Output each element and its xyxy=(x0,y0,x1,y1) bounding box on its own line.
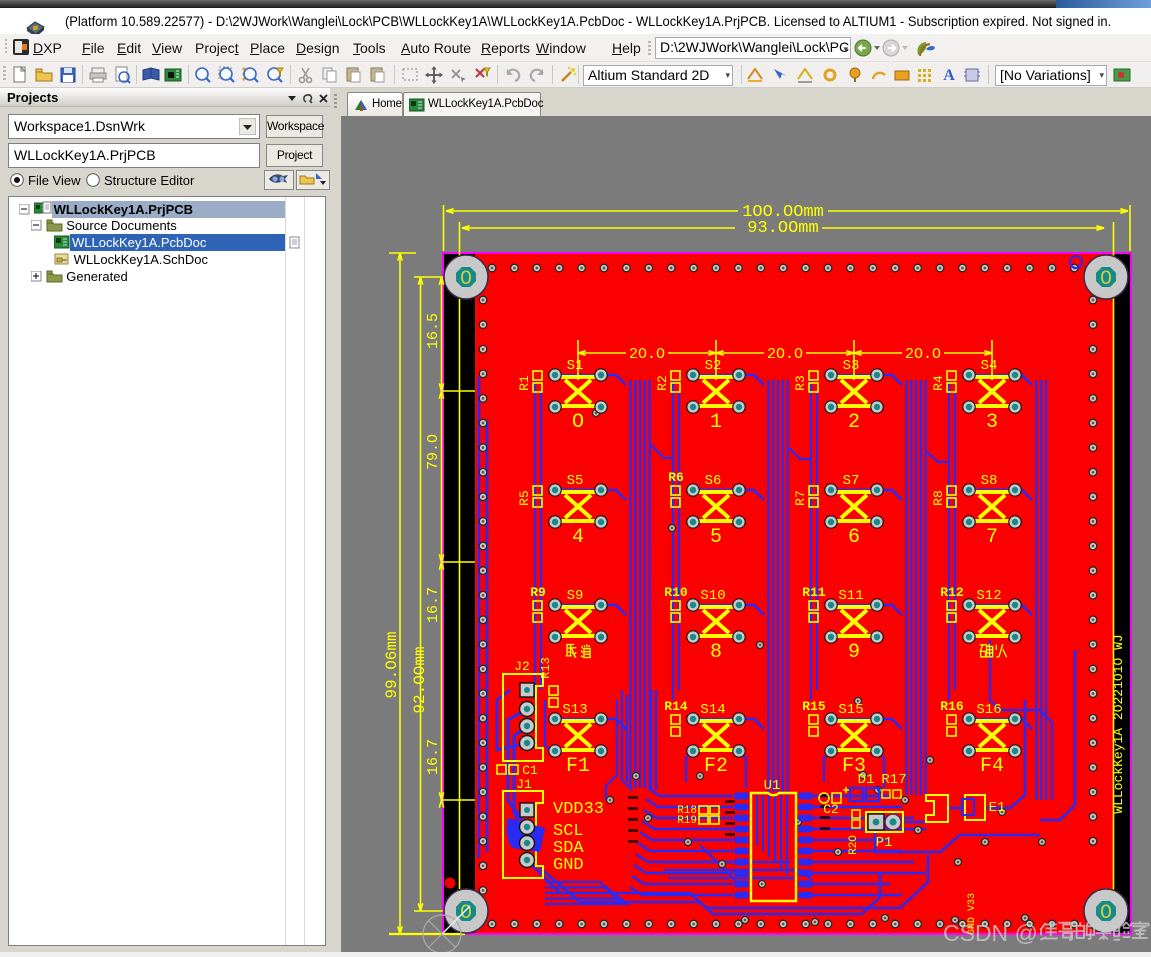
svg-text:O: O xyxy=(460,268,472,291)
svg-text:S15: S15 xyxy=(838,702,863,718)
svg-text:E1: E1 xyxy=(989,800,1006,816)
svg-text:93.OOmm: 93.OOmm xyxy=(747,219,818,238)
svg-text:S6: S6 xyxy=(705,473,722,489)
svg-text:S12: S12 xyxy=(976,588,1001,604)
svg-text:R13: R13 xyxy=(539,657,553,679)
svg-text:1: 1 xyxy=(710,411,722,434)
svg-text:2O.O: 2O.O xyxy=(629,346,665,363)
svg-text:79.O: 79.O xyxy=(425,434,442,470)
svg-text:D1: D1 xyxy=(858,772,875,788)
svg-text:A: A xyxy=(943,67,955,84)
svg-text:C1: C1 xyxy=(522,763,538,778)
svg-text:6: 6 xyxy=(848,526,860,549)
svg-text:4: 4 xyxy=(572,526,584,549)
svg-text:R2O: R2O xyxy=(848,835,860,855)
svg-text:9: 9 xyxy=(848,641,860,664)
svg-text:R19: R19 xyxy=(677,815,697,827)
svg-text:O: O xyxy=(1100,902,1112,925)
svg-text:3: 3 xyxy=(986,411,998,434)
svg-text:R9: R9 xyxy=(530,585,546,600)
svg-text:2O.O: 2O.O xyxy=(767,346,803,363)
svg-text:J2: J2 xyxy=(514,659,530,674)
svg-text:99.O6mm: 99.O6mm xyxy=(383,631,401,698)
svg-text:R3: R3 xyxy=(793,375,808,391)
svg-text:R14: R14 xyxy=(664,699,688,714)
svg-text:R7: R7 xyxy=(793,490,808,506)
svg-text:2O.O: 2O.O xyxy=(905,346,941,363)
svg-text:S10: S10 xyxy=(700,588,725,604)
svg-text:R6: R6 xyxy=(668,470,684,485)
svg-text:P1: P1 xyxy=(876,835,893,851)
svg-text:S11: S11 xyxy=(838,588,863,604)
svg-text:R10: R10 xyxy=(664,585,688,600)
svg-text:R17: R17 xyxy=(881,772,906,788)
svg-text:R8: R8 xyxy=(931,490,946,506)
svg-text:S7: S7 xyxy=(843,473,860,489)
svg-text:R15: R15 xyxy=(802,699,826,714)
svg-text:7: 7 xyxy=(986,526,998,549)
svg-text:R11: R11 xyxy=(802,585,826,600)
svg-text:O: O xyxy=(1100,268,1112,291)
svg-text:F4: F4 xyxy=(980,755,1004,778)
svg-text:U1: U1 xyxy=(764,778,781,794)
svg-text:R5: R5 xyxy=(517,490,532,506)
svg-text:WLLockKey1A 2O221O1O WJ: WLLockKey1A 2O221O1O WJ xyxy=(1111,634,1126,813)
svg-text:S8: S8 xyxy=(981,473,998,489)
svg-text:VDD33: VDD33 xyxy=(553,800,604,819)
svg-text:S5: S5 xyxy=(567,473,584,489)
svg-text:S16: S16 xyxy=(976,702,1001,718)
svg-text:R4: R4 xyxy=(931,375,946,391)
svg-text:S3: S3 xyxy=(843,358,860,374)
svg-text:16.5: 16.5 xyxy=(425,313,442,349)
svg-text:92.OOmm: 92.OOmm xyxy=(411,646,429,713)
svg-text:CSDN @: CSDN @ xyxy=(943,920,1038,946)
svg-text:J1: J1 xyxy=(516,777,532,792)
svg-text:F2: F2 xyxy=(704,755,728,778)
svg-text:8: 8 xyxy=(710,641,722,664)
svg-text:R16: R16 xyxy=(940,699,964,714)
svg-text:S1: S1 xyxy=(567,358,584,374)
svg-text:C2: C2 xyxy=(823,802,839,817)
svg-text:S2: S2 xyxy=(705,358,722,374)
svg-text:R12: R12 xyxy=(940,585,964,600)
svg-text:S9: S9 xyxy=(567,588,584,604)
svg-text:5: 5 xyxy=(710,526,722,549)
svg-text:R2: R2 xyxy=(655,375,670,391)
svg-text:S13: S13 xyxy=(562,702,587,718)
svg-text:S14: S14 xyxy=(700,702,725,718)
svg-text:16.7: 16.7 xyxy=(425,587,442,623)
svg-text:GND: GND xyxy=(553,856,584,875)
svg-text:2: 2 xyxy=(848,411,860,434)
svg-text:16.7: 16.7 xyxy=(425,739,442,775)
svg-text:O: O xyxy=(572,411,584,434)
svg-text:F1: F1 xyxy=(566,755,590,778)
svg-text:R1: R1 xyxy=(517,375,532,391)
svg-text:S4: S4 xyxy=(981,358,998,374)
